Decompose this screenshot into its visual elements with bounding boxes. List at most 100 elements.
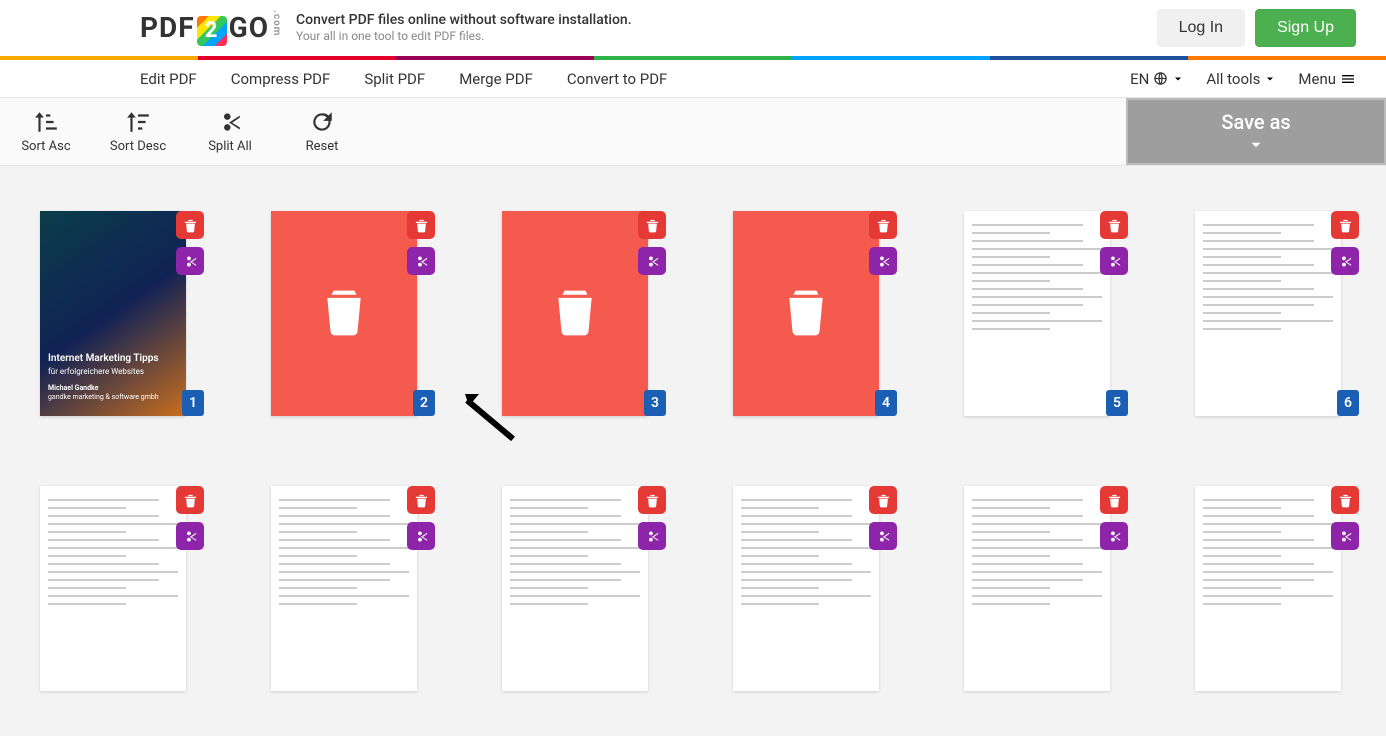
delete-page-button[interactable] bbox=[1331, 486, 1359, 514]
split-page-button[interactable] bbox=[176, 522, 204, 550]
page-number-badge: 2 bbox=[413, 390, 435, 416]
delete-page-button[interactable] bbox=[407, 486, 435, 514]
trash-icon bbox=[1107, 218, 1122, 233]
login-button[interactable]: Log In bbox=[1157, 9, 1245, 47]
chevron-down-icon bbox=[1245, 136, 1267, 154]
page-thumbnail[interactable] bbox=[40, 486, 186, 691]
sort-asc-icon bbox=[33, 109, 59, 135]
scissors-icon bbox=[876, 254, 891, 269]
split-page-button[interactable] bbox=[638, 247, 666, 275]
page-thumbnail[interactable] bbox=[964, 211, 1110, 416]
delete-page-button[interactable] bbox=[638, 211, 666, 239]
page-card: 5 bbox=[964, 211, 1110, 416]
sort-desc-icon bbox=[125, 109, 151, 135]
scissors-icon bbox=[414, 529, 429, 544]
nav-language[interactable]: EN bbox=[1130, 70, 1184, 88]
split-page-button[interactable] bbox=[869, 522, 897, 550]
reset-icon bbox=[309, 109, 335, 135]
sort-desc-button[interactable]: Sort Desc bbox=[92, 98, 184, 165]
nav-edit-pdf[interactable]: Edit PDF bbox=[140, 70, 197, 88]
logo-dotcom: .com bbox=[271, 10, 282, 36]
page-thumbnail-deleted[interactable] bbox=[271, 211, 417, 416]
delete-page-button[interactable] bbox=[176, 211, 204, 239]
page-thumbnail-deleted[interactable] bbox=[502, 211, 648, 416]
nav-split-pdf[interactable]: Split PDF bbox=[364, 70, 425, 88]
nav-merge-pdf[interactable]: Merge PDF bbox=[459, 70, 533, 88]
page-thumbnail[interactable] bbox=[502, 486, 648, 691]
trash-icon bbox=[1338, 493, 1353, 508]
nav-compress-pdf[interactable]: Compress PDF bbox=[231, 70, 331, 88]
trash-icon bbox=[1107, 493, 1122, 508]
page-thumbnail[interactable] bbox=[1195, 486, 1341, 691]
trash-icon bbox=[550, 286, 600, 341]
page-card: 2 bbox=[271, 211, 417, 416]
sort-asc-button[interactable]: Sort Asc bbox=[0, 98, 92, 165]
trash-icon bbox=[183, 493, 198, 508]
menu-icon bbox=[1340, 71, 1356, 87]
logo[interactable]: PDF 2 GO .com Convert PDF files online w… bbox=[140, 10, 632, 45]
scissors-icon bbox=[1338, 254, 1353, 269]
page-thumbnail[interactable] bbox=[733, 486, 879, 691]
trash-icon bbox=[876, 493, 891, 508]
split-page-button[interactable] bbox=[1331, 522, 1359, 550]
trash-icon bbox=[414, 218, 429, 233]
delete-page-button[interactable] bbox=[1100, 211, 1128, 239]
trash-icon bbox=[414, 493, 429, 508]
page-number-badge: 5 bbox=[1106, 390, 1128, 416]
delete-page-button[interactable] bbox=[869, 211, 897, 239]
scissors-icon bbox=[876, 529, 891, 544]
delete-page-button[interactable] bbox=[176, 486, 204, 514]
delete-page-button[interactable] bbox=[869, 486, 897, 514]
page-number-badge: 4 bbox=[875, 390, 897, 416]
trash-icon bbox=[319, 286, 369, 341]
scissors-icon bbox=[183, 254, 198, 269]
brand-stripe bbox=[0, 56, 1386, 60]
page-card bbox=[271, 486, 417, 691]
page-number-badge: 3 bbox=[644, 390, 666, 416]
header: PDF 2 GO .com Convert PDF files online w… bbox=[0, 0, 1386, 56]
split-page-button[interactable] bbox=[407, 522, 435, 550]
signup-button[interactable]: Sign Up bbox=[1255, 9, 1356, 47]
page-grid-area: Internet Marketing Tippsfür erfolgreiche… bbox=[0, 166, 1386, 736]
trash-icon bbox=[876, 218, 891, 233]
chevron-down-icon bbox=[1264, 73, 1276, 85]
page-thumbnail-deleted[interactable] bbox=[733, 211, 879, 416]
page-card: Internet Marketing Tippsfür erfolgreiche… bbox=[40, 211, 186, 416]
trash-icon bbox=[781, 286, 831, 341]
split-all-button[interactable]: Split All bbox=[184, 98, 276, 165]
page-card: 6 bbox=[1195, 211, 1341, 416]
page-thumbnail[interactable] bbox=[1195, 211, 1341, 416]
page-number-badge: 1 bbox=[182, 390, 204, 416]
toolbar: Sort Asc Sort Desc Split All Reset Save … bbox=[0, 98, 1386, 166]
save-as-button[interactable]: Save as bbox=[1126, 98, 1386, 165]
scissors-icon bbox=[1107, 529, 1122, 544]
page-card bbox=[502, 486, 648, 691]
main-nav: Edit PDF Compress PDF Split PDF Merge PD… bbox=[0, 60, 1386, 98]
reset-button[interactable]: Reset bbox=[276, 98, 368, 165]
page-card bbox=[1195, 486, 1341, 691]
scissors-icon bbox=[1107, 254, 1122, 269]
page-thumbnail[interactable]: Internet Marketing Tippsfür erfolgreiche… bbox=[40, 211, 186, 416]
split-page-button[interactable] bbox=[1100, 247, 1128, 275]
logo-2-icon: 2 bbox=[197, 16, 227, 46]
split-page-button[interactable] bbox=[176, 247, 204, 275]
nav-convert-pdf[interactable]: Convert to PDF bbox=[567, 70, 667, 88]
page-card bbox=[964, 486, 1110, 691]
scissors-icon bbox=[645, 254, 660, 269]
scissors-icon bbox=[645, 529, 660, 544]
chevron-down-icon bbox=[1172, 73, 1184, 85]
page-thumbnail[interactable] bbox=[964, 486, 1110, 691]
split-page-button[interactable] bbox=[407, 247, 435, 275]
delete-page-button[interactable] bbox=[407, 211, 435, 239]
page-thumbnail[interactable] bbox=[271, 486, 417, 691]
split-page-button[interactable] bbox=[638, 522, 666, 550]
split-page-button[interactable] bbox=[1331, 247, 1359, 275]
nav-menu[interactable]: Menu bbox=[1298, 70, 1356, 88]
split-page-button[interactable] bbox=[869, 247, 897, 275]
delete-page-button[interactable] bbox=[638, 486, 666, 514]
trash-icon bbox=[645, 218, 660, 233]
nav-all-tools[interactable]: All tools bbox=[1206, 70, 1276, 88]
split-page-button[interactable] bbox=[1100, 522, 1128, 550]
delete-page-button[interactable] bbox=[1100, 486, 1128, 514]
delete-page-button[interactable] bbox=[1331, 211, 1359, 239]
